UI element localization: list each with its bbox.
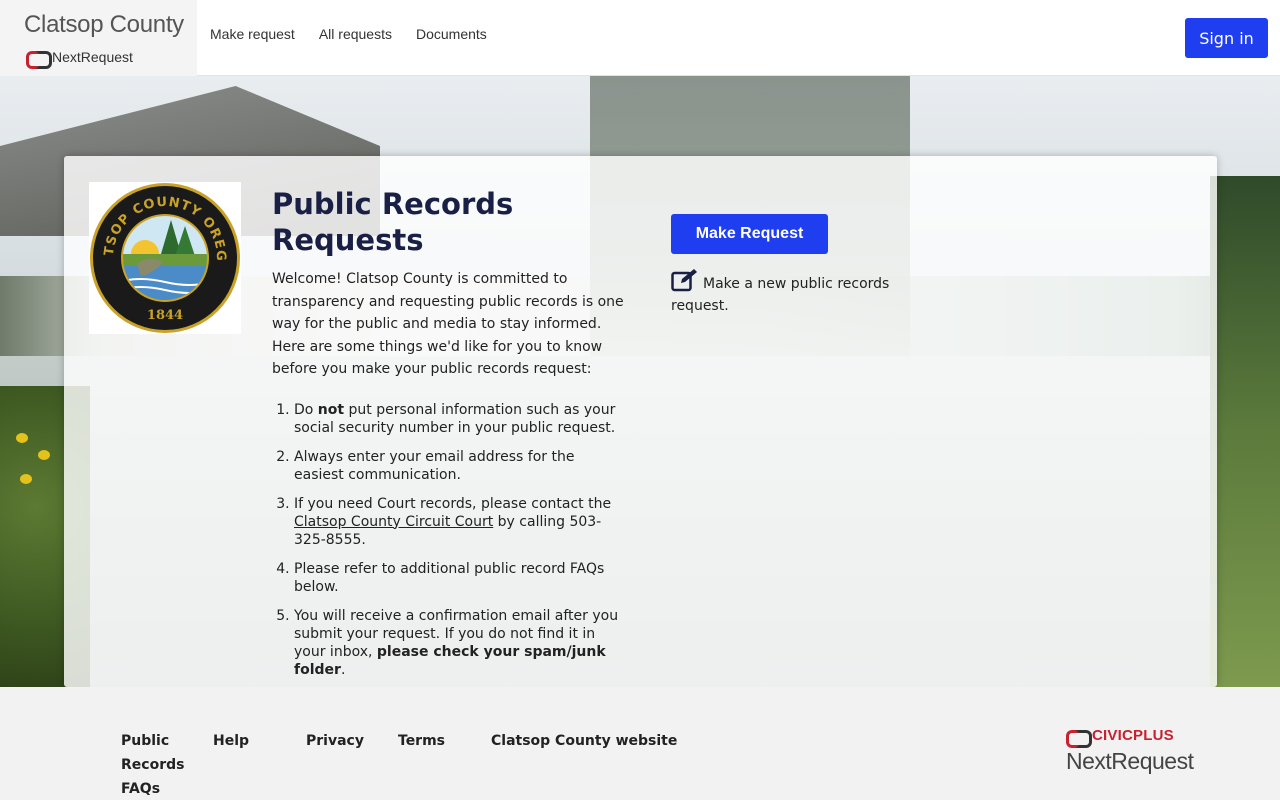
footer-link-privacy[interactable]: Privacy: [306, 733, 364, 749]
list-item: Please refer to additional public record…: [294, 560, 624, 596]
main-nav: Make request All requests Documents: [210, 26, 487, 42]
main-card: CLATSOP COUNTY OREGON 1844 Public Record…: [64, 156, 1217, 687]
civicplus-brand: CIVICPLUS: [1066, 727, 1193, 748]
nav-all-requests[interactable]: All requests: [319, 26, 392, 42]
nav-make-request[interactable]: Make request: [210, 26, 295, 42]
list-item: Do not put personal information such as …: [294, 401, 624, 437]
footer-link-faqs[interactable]: Public Records FAQs: [121, 733, 184, 797]
footer-link-help[interactable]: Help: [213, 733, 249, 749]
seal-year: 1844: [147, 308, 183, 323]
top-header: Clatsop County NextRequest Make request …: [0, 0, 1280, 76]
list-item: If you need Court records, please contac…: [294, 495, 624, 549]
footer: Public Records FAQs Help Privacy Terms C…: [0, 687, 1280, 800]
brand-subtitle: NextRequest: [26, 49, 133, 69]
civicplus-logo-icon: [26, 51, 52, 69]
faq-list: Do not put personal information such as …: [272, 401, 624, 679]
sign-in-button[interactable]: Sign in: [1185, 18, 1268, 58]
make-request-description: Make a new public records request.: [671, 268, 891, 317]
welcome-text: Welcome! Clatsop County is committed to …: [272, 271, 624, 377]
edit-icon: [671, 269, 697, 292]
footer-brand: CIVICPLUS NextRequest: [1066, 727, 1194, 775]
county-seal-icon: CLATSOP COUNTY OREGON 1844: [89, 182, 240, 333]
county-seal-logo: CLATSOP COUNTY OREGON 1844: [89, 182, 241, 334]
intro-section: Public Records Requests Welcome! Clatsop…: [272, 186, 624, 690]
brand-block[interactable]: Clatsop County NextRequest: [0, 0, 197, 76]
request-section: Make Request Make a new public records r…: [671, 214, 891, 317]
nextrequest-wordmark: NextRequest: [1066, 748, 1194, 774]
brand-name[interactable]: Clatsop County: [24, 11, 184, 39]
civicplus-logo-icon: [1066, 729, 1092, 748]
footer-links: Public Records FAQs Help Privacy Terms C…: [121, 729, 677, 800]
flower: [38, 450, 50, 460]
civicplus-text: CIVICPLUS: [1092, 727, 1174, 744]
list-item: You will receive a confirmation email af…: [294, 607, 624, 679]
make-request-button[interactable]: Make Request: [671, 214, 828, 254]
nav-documents[interactable]: Documents: [416, 26, 487, 42]
flower: [20, 474, 32, 484]
footer-link-county-website[interactable]: Clatsop County website: [491, 733, 677, 749]
page-title: Public Records Requests: [272, 187, 514, 257]
circuit-court-link[interactable]: Clatsop County Circuit Court: [294, 514, 493, 530]
list-item: Always enter your email address for the …: [294, 448, 624, 484]
brand-subtitle-text: NextRequest: [52, 49, 133, 65]
footer-link-terms[interactable]: Terms: [398, 733, 445, 749]
background-foliage-right: [1210, 176, 1280, 687]
flower: [16, 433, 28, 443]
